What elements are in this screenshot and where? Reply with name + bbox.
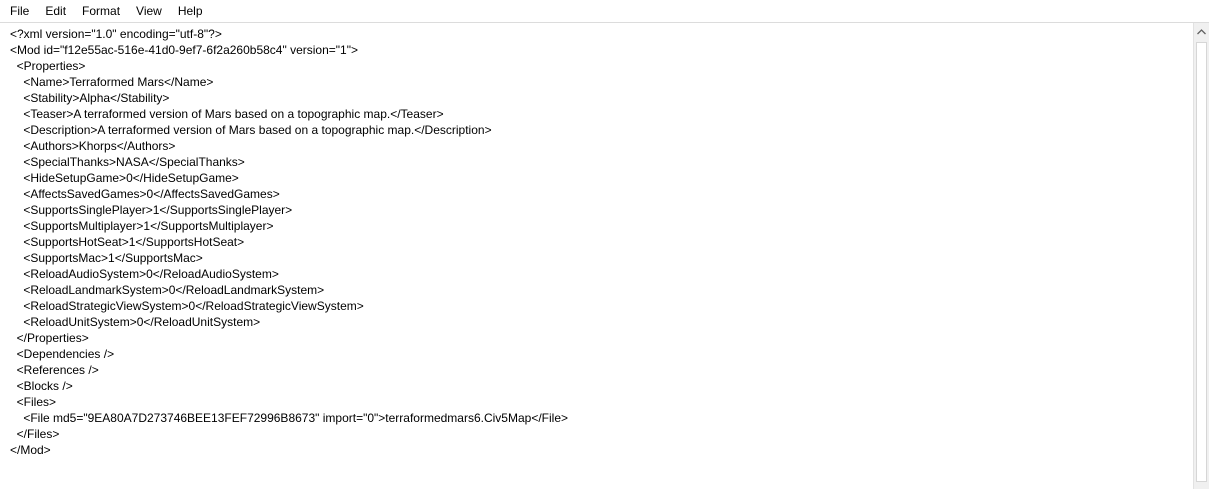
editor-line: </Properties> bbox=[10, 331, 89, 345]
editor-line: <Mod id="f12e55ac-516e-41d0-9ef7-6f2a260… bbox=[10, 43, 358, 57]
editor-line: <SupportsMultiplayer>1</SupportsMultipla… bbox=[10, 219, 274, 233]
menu-file[interactable]: File bbox=[0, 0, 37, 22]
editor-line: <?xml version="1.0" encoding="utf-8"?> bbox=[10, 27, 222, 41]
chevron-up-icon bbox=[1197, 28, 1206, 34]
menu-bar: File Edit Format View Help bbox=[0, 0, 1209, 23]
editor-line: <HideSetupGame>0</HideSetupGame> bbox=[10, 171, 239, 185]
menu-help[interactable]: Help bbox=[170, 0, 211, 22]
editor-line: <Blocks /> bbox=[10, 379, 73, 393]
editor-line: <Dependencies /> bbox=[10, 347, 115, 361]
editor-line: </Files> bbox=[10, 427, 60, 441]
editor-line: <SupportsSinglePlayer>1</SupportsSingleP… bbox=[10, 203, 293, 217]
editor-line: <References /> bbox=[10, 363, 99, 377]
editor-line: <Teaser>A terraformed version of Mars ba… bbox=[10, 107, 444, 121]
editor-line: <SupportsMac>1</SupportsMac> bbox=[10, 251, 203, 265]
editor-line: <File md5="9EA80A7D273746BEE13FEF72996B8… bbox=[10, 411, 569, 425]
editor-line: <Name>Terraformed Mars</Name> bbox=[10, 75, 214, 89]
editor-line: <Properties> bbox=[10, 59, 86, 73]
editor-line: <ReloadStrategicViewSystem>0</ReloadStra… bbox=[10, 299, 364, 313]
vertical-scrollbar[interactable] bbox=[1193, 23, 1209, 489]
editor-line: <SupportsHotSeat>1</SupportsHotSeat> bbox=[10, 235, 245, 249]
scrollbar-thumb[interactable] bbox=[1196, 42, 1207, 482]
editor-line: <Files> bbox=[10, 395, 57, 409]
notepad-window: File Edit Format View Help <?xml version… bbox=[0, 0, 1209, 489]
editor-line: </Mod> bbox=[10, 443, 51, 457]
editor-line: <ReloadLandmarkSystem>0</ReloadLandmarkS… bbox=[10, 283, 325, 297]
editor-line: <Authors>Khorps</Authors> bbox=[10, 139, 176, 153]
menu-edit[interactable]: Edit bbox=[37, 0, 74, 22]
editor-line: <Stability>Alpha</Stability> bbox=[10, 91, 170, 105]
text-editor[interactable]: <?xml version="1.0" encoding="utf-8"?> <M… bbox=[0, 23, 1193, 489]
scroll-up-button[interactable] bbox=[1194, 23, 1209, 40]
editor-content[interactable]: <?xml version="1.0" encoding="utf-8"?> <M… bbox=[10, 26, 1193, 489]
editor-line: <ReloadAudioSystem>0</ReloadAudioSystem> bbox=[10, 267, 279, 281]
editor-line: <SpecialThanks>NASA</SpecialThanks> bbox=[10, 155, 245, 169]
editor-line: <Description>A terraformed version of Ma… bbox=[10, 123, 492, 137]
editor-line: <AffectsSavedGames>0</AffectsSavedGames> bbox=[10, 187, 280, 201]
editor-line: <ReloadUnitSystem>0</ReloadUnitSystem> bbox=[10, 315, 261, 329]
menu-format[interactable]: Format bbox=[74, 0, 128, 22]
menu-view[interactable]: View bbox=[128, 0, 170, 22]
